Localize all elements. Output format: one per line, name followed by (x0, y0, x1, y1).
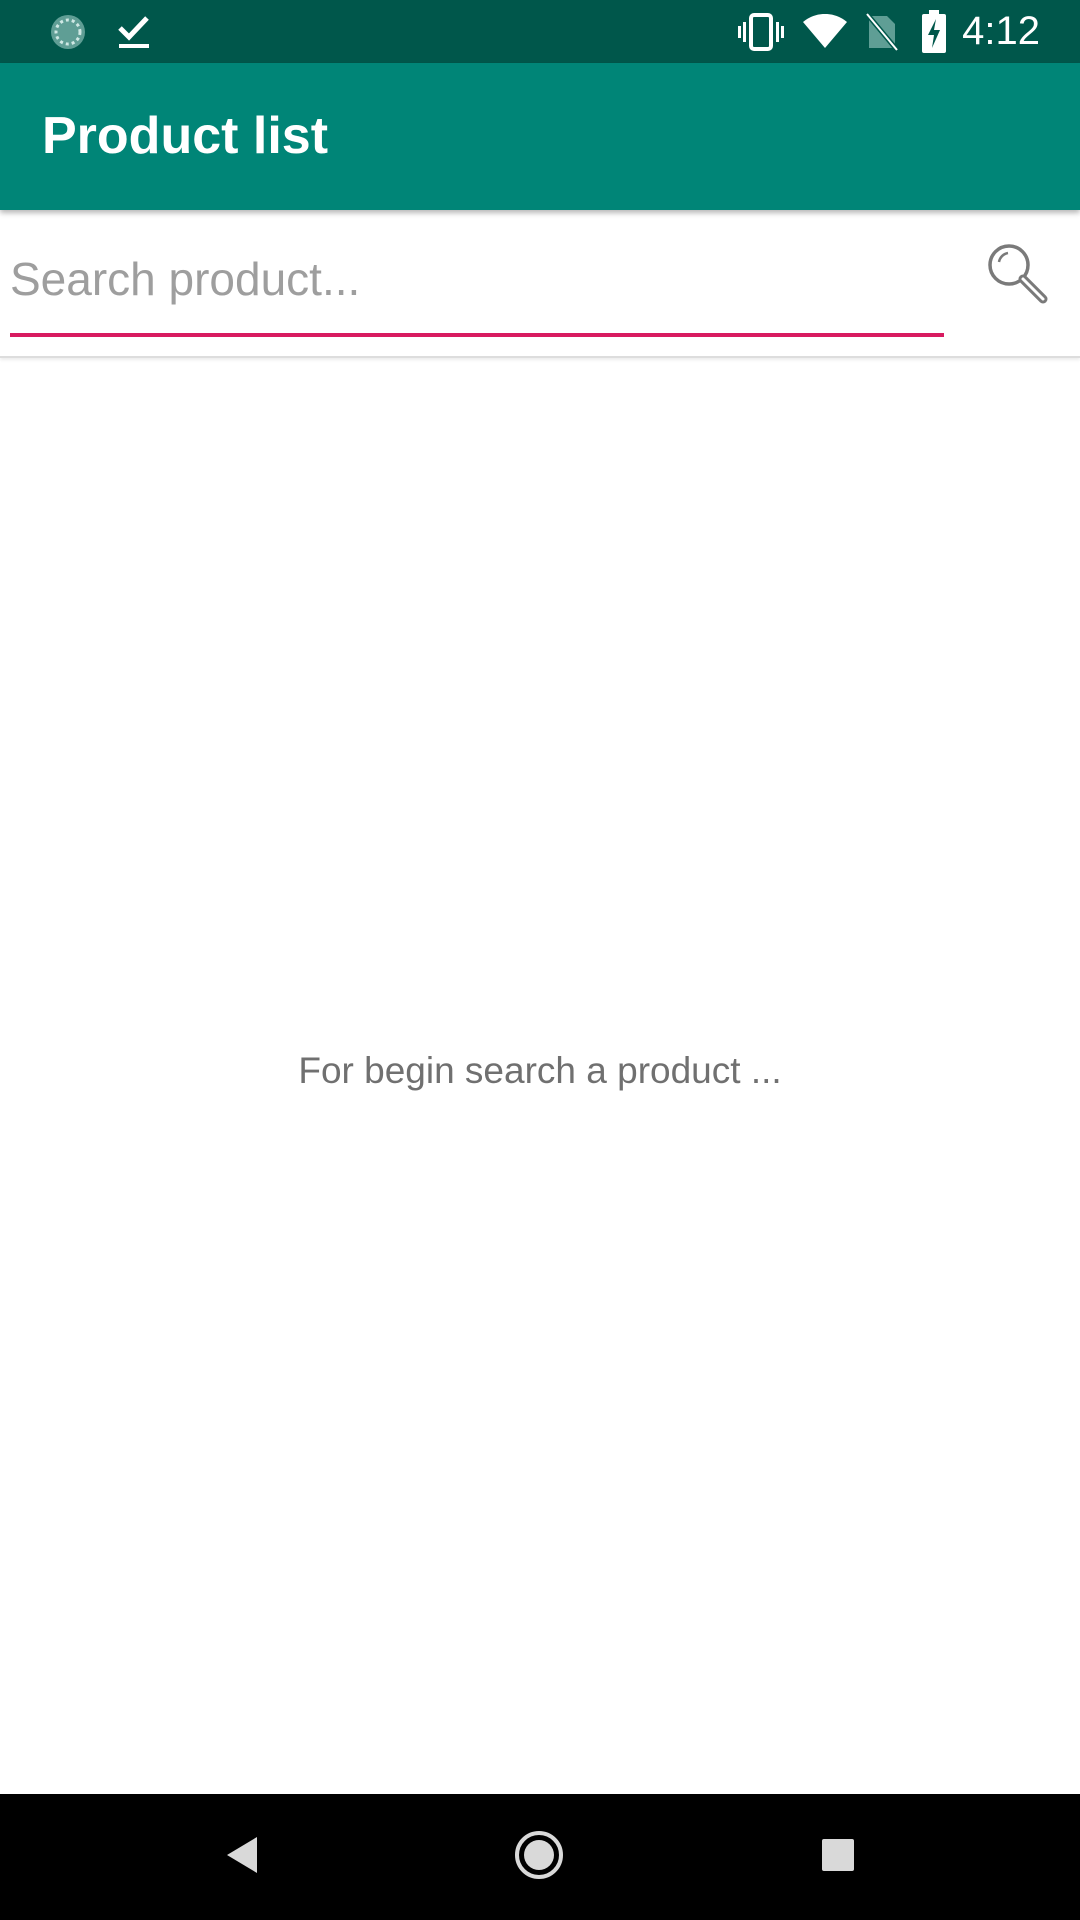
empty-state-message: For begin search a product ... (298, 1050, 782, 1091)
page-title: Product list (42, 107, 329, 165)
search-input[interactable] (10, 246, 944, 312)
navigation-bar (0, 1794, 1080, 1920)
battery-charging-icon (918, 0, 950, 63)
back-button[interactable] (181, 1794, 301, 1920)
search-input-underline (10, 333, 944, 337)
wifi-icon (800, 0, 850, 63)
home-icon (513, 1829, 565, 1886)
sync-icon (46, 0, 90, 63)
status-clock: 4:12 (962, 9, 1040, 53)
recents-button[interactable] (778, 1794, 898, 1920)
status-bar: 4:12 (0, 0, 1080, 63)
download-done-icon (112, 0, 156, 63)
app-bar: Product list (0, 63, 1080, 210)
home-button[interactable] (479, 1794, 599, 1920)
back-icon (221, 1833, 261, 1882)
vibrate-icon (736, 0, 786, 63)
search-button[interactable] (980, 238, 1052, 310)
no-sim-icon (862, 0, 902, 63)
recents-icon (820, 1837, 856, 1878)
search-icon (984, 240, 1048, 309)
product-list-screen: 4:12 Product list For begin search a pro… (0, 0, 1080, 1920)
